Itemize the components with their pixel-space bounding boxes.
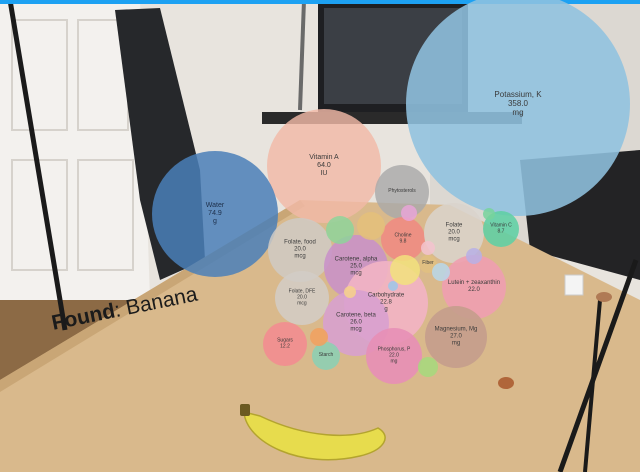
nutrient-bubble[interactable]: [344, 286, 356, 298]
nutrient-bubble[interactable]: [466, 248, 482, 264]
nutrient-bubble[interactable]: [310, 328, 328, 346]
nutrient-bubble[interactable]: [366, 328, 422, 384]
nutrient-bubble[interactable]: [425, 306, 487, 368]
nutrient-bubble[interactable]: [418, 357, 438, 377]
nutrient-bubble[interactable]: [483, 208, 495, 220]
nutrient-bubble[interactable]: [401, 205, 417, 221]
nutrient-bubble[interactable]: [275, 271, 329, 325]
nutrient-bubble[interactable]: [381, 217, 425, 261]
nutrient-bubble-chart: [152, 0, 630, 384]
nutrient-bubble[interactable]: [388, 281, 398, 291]
nutrient-bubble[interactable]: [421, 241, 435, 255]
nutrient-bubble[interactable]: [432, 263, 450, 281]
nutrient-bubble[interactable]: [263, 322, 307, 366]
nutrient-bubble[interactable]: [267, 109, 381, 223]
nutrient-bubble[interactable]: [312, 342, 340, 370]
nutrient-bubble[interactable]: [152, 151, 278, 277]
nutrient-bubble[interactable]: [326, 216, 354, 244]
nutrient-bubble[interactable]: [357, 212, 385, 240]
nutrient-bubble[interactable]: [390, 255, 420, 285]
nutrient-bubble[interactable]: [406, 0, 630, 216]
